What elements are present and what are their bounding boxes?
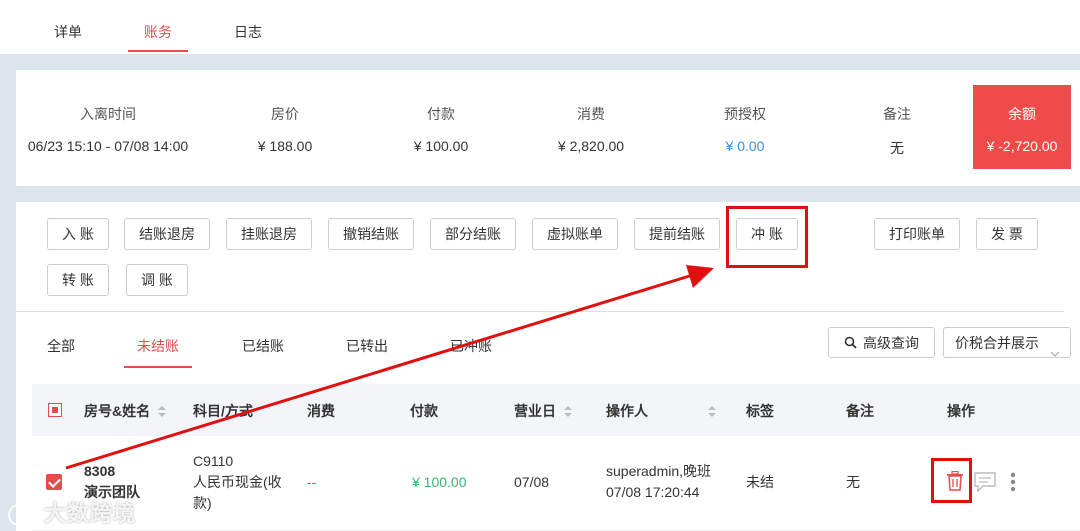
tab-details[interactable]: 详单 [40,0,96,54]
row-tag: 未结 [746,474,774,490]
room-number: 8308 [84,463,116,479]
comment-icon[interactable] [974,472,996,495]
operator-time: 07/08 17:20:44 [606,484,700,500]
tab-accounts[interactable]: 账务 [128,0,188,54]
summary-consumption: 消费 ¥ 2,820.00 [532,70,650,186]
tab-log[interactable]: 日志 [220,0,276,54]
preauth-label: 预授权 [724,106,766,122]
account-summary: 入离时间 06/23 15:10 - 07/08 14:00 房价 ¥ 188.… [16,70,1080,186]
filter-tab-settled[interactable]: 已结账 [241,336,285,366]
payment-value: ¥ 100.00 [413,138,469,154]
reverse-highlight-box [726,206,808,268]
search-icon [844,329,857,359]
column-business-day[interactable]: 营业日 [514,401,572,421]
table-row[interactable]: 8308 演示团队 C9110 人民币现金(收 款) -- ¥ 100.00 0… [32,436,1080,531]
column-operator[interactable]: 操作人 [606,401,716,421]
consumption-value: ¥ 2,820.00 [557,138,625,154]
balance-label: 余额 [1008,106,1036,122]
preauth-value[interactable]: ¥ 0.00 [686,138,804,154]
column-actions: 操作 [947,403,975,419]
cancel-settle-button[interactable]: 撤销结账 [328,218,414,250]
room-price-value: ¥ 188.00 [257,138,313,154]
room-price-label: 房价 [271,106,299,122]
item-code: C9110 [193,453,234,469]
filter-tab-reversed[interactable]: 已冲账 [449,336,493,366]
column-consumption: 消费 [307,403,335,419]
delete-highlight-box [931,458,972,503]
checkout-settle-button[interactable]: 结账退房 [124,218,210,250]
balance-card: 余额 ¥ -2,720.00 [973,85,1071,169]
transfer-button[interactable]: 转 账 [47,264,109,296]
item-name-cont: 款) [193,495,212,511]
adjust-button[interactable]: 调 账 [126,264,188,296]
sort-icon [158,406,167,418]
row-remark: 无 [846,474,860,490]
operator-name: superadmin,晚班 [606,463,712,479]
early-settle-button[interactable]: 提前结账 [634,218,720,250]
checkin-label: 入离时间 [80,106,136,122]
item-name: 人民币现金(收 [193,474,282,490]
invoice-button[interactable]: 发 票 [976,218,1038,250]
advanced-search-label: 高级查询 [863,335,919,351]
column-remark: 备注 [846,403,874,419]
remark-value: 无 [890,140,904,156]
remark-label: 备注 [883,106,911,122]
payment-label: 付款 [427,106,455,122]
row-business-day: 07/08 [514,474,550,490]
post-entry-button[interactable]: 入 账 [47,218,109,250]
balance-value: ¥ -2,720.00 [986,138,1058,154]
row-payment: ¥ 100.00 [412,474,467,490]
partial-settle-button[interactable]: 部分结账 [430,218,516,250]
summary-checkin: 入离时间 06/23 15:10 - 07/08 14:00 [16,70,200,186]
filter-tab-unsettled[interactable]: 未结账 [124,336,192,368]
summary-payment: 付款 ¥ 100.00 [382,70,500,186]
summary-preauth: 预授权 ¥ 0.00 [686,70,804,186]
column-tag: 标签 [746,403,774,419]
filter-tab-transferred[interactable]: 已转出 [345,336,389,366]
checkin-value: 06/23 15:10 - 07/08 14:00 [27,138,189,154]
more-icon[interactable] [1010,472,1016,495]
hang-checkout-button[interactable]: 挂账退房 [226,218,312,250]
print-bill-button[interactable]: 打印账单 [874,218,960,250]
advanced-search-button[interactable]: 高级查询 [828,327,935,358]
top-tab-bar: 详单 账务 日志 [0,0,1080,54]
table-header: 房号&姓名 科目/方式 消费 付款 营业日 操作人 标签 备注 操作 [32,384,1080,436]
row-checkbox[interactable] [46,474,62,490]
column-payment: 付款 [410,403,438,419]
row-consumption: -- [307,474,317,490]
sort-icon [708,406,716,418]
consumption-label: 消费 [577,106,605,122]
section-divider [16,311,1064,312]
virtual-bill-button[interactable]: 虚拟账单 [532,218,618,250]
sort-icon [564,406,572,418]
watermark-logo: 大数跨境 [8,496,136,528]
summary-room-price: 房价 ¥ 188.00 [226,70,344,186]
column-item: 科目/方式 [193,403,253,419]
select-all-checkbox[interactable] [48,403,62,417]
display-mode-value: 价税合并展示 [955,335,1039,351]
filter-tab-all[interactable]: 全部 [47,336,75,366]
column-room-name[interactable]: 房号&姓名 [84,401,167,421]
watermark-glyph-icon [8,504,38,527]
summary-remark: 备注 无 [856,70,938,186]
chevron-down-icon [1050,338,1060,368]
display-mode-select[interactable]: 价税合并展示 [943,327,1071,358]
